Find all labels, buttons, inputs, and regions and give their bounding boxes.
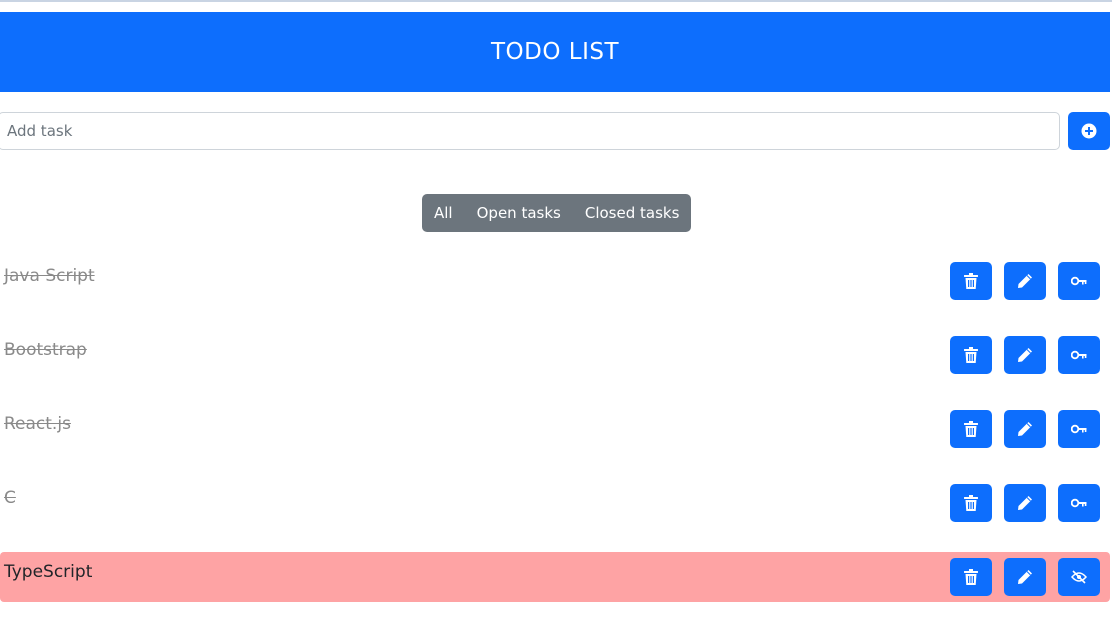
task-row: TypeScript <box>0 552 1110 602</box>
trash-icon <box>964 495 978 511</box>
edit-task-button[interactable] <box>1004 262 1046 300</box>
pencil-icon <box>1018 274 1032 288</box>
pencil-icon <box>1018 496 1032 510</box>
edit-task-button[interactable] <box>1004 484 1046 522</box>
filter-all-button[interactable]: All <box>422 194 465 232</box>
task-text[interactable]: React.js <box>4 414 71 434</box>
toggle-task-button[interactable] <box>1058 410 1100 448</box>
trash-icon <box>964 421 978 437</box>
add-task-button[interactable] <box>1068 112 1110 150</box>
task-text[interactable]: C <box>4 488 16 508</box>
add-task-input[interactable] <box>0 112 1060 150</box>
task-row: React.js <box>0 404 1110 454</box>
filter-button-group: All Open tasks Closed tasks <box>422 194 692 232</box>
app-header: TODO LIST <box>0 12 1110 92</box>
trash-icon <box>964 347 978 363</box>
delete-task-button[interactable] <box>950 410 992 448</box>
key-icon <box>1071 276 1087 286</box>
page-title: TODO LIST <box>490 39 620 65</box>
delete-task-button[interactable] <box>950 262 992 300</box>
key-icon <box>1071 350 1087 360</box>
window-top-border <box>0 0 1112 2</box>
delete-task-button[interactable] <box>950 336 992 374</box>
edit-task-button[interactable] <box>1004 336 1046 374</box>
task-row: C <box>0 478 1110 528</box>
edit-task-button[interactable] <box>1004 410 1046 448</box>
pencil-icon <box>1018 422 1032 436</box>
delete-task-button[interactable] <box>950 558 992 596</box>
task-text[interactable]: Bootstrap <box>4 340 87 360</box>
toggle-task-button[interactable] <box>1058 558 1100 596</box>
task-row: Java Script <box>0 256 1110 306</box>
plus-circle-icon <box>1081 123 1097 139</box>
edit-task-button[interactable] <box>1004 558 1046 596</box>
pencil-icon <box>1018 348 1032 362</box>
task-row: Bootstrap <box>0 330 1110 380</box>
toggle-task-button[interactable] <box>1058 336 1100 374</box>
pencil-icon <box>1018 570 1032 584</box>
key-icon <box>1071 424 1087 434</box>
toggle-task-button[interactable] <box>1058 484 1100 522</box>
trash-icon <box>964 273 978 289</box>
key-icon <box>1071 498 1087 508</box>
trash-icon <box>964 569 978 585</box>
task-text[interactable]: TypeScript <box>4 562 92 582</box>
filter-closed-tasks-button[interactable]: Closed tasks <box>573 194 692 232</box>
delete-task-button[interactable] <box>950 484 992 522</box>
filter-open-tasks-button[interactable]: Open tasks <box>465 194 573 232</box>
task-text[interactable]: Java Script <box>4 266 95 286</box>
eye-slash-icon <box>1071 570 1087 584</box>
toggle-task-button[interactable] <box>1058 262 1100 300</box>
